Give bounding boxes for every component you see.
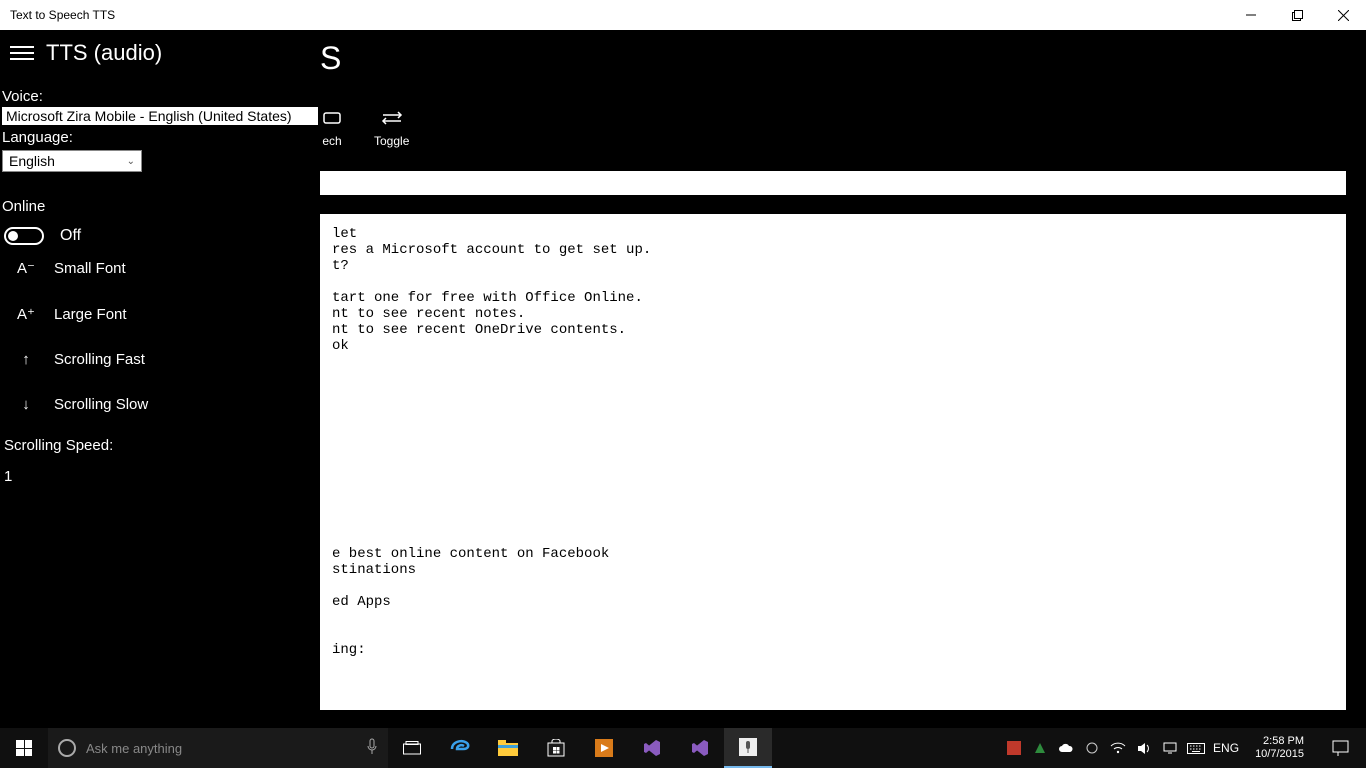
sidebar-item-icon: A⁺ xyxy=(16,305,36,323)
tray-icon-2[interactable] xyxy=(1031,739,1049,757)
hamburger-icon[interactable] xyxy=(10,41,34,65)
taskbar-apps xyxy=(388,728,772,768)
taskbar-app-visualstudio-1[interactable] xyxy=(628,728,676,768)
cortana-search[interactable]: Ask me anything xyxy=(48,728,388,768)
taskbar-app-edge[interactable] xyxy=(436,728,484,768)
sidebar-item-0[interactable]: A⁻ Small Font xyxy=(2,245,320,291)
voice-label: Voice: xyxy=(2,84,320,107)
tray-date: 10/7/2015 xyxy=(1255,748,1304,761)
app-area: S ech Toggle letres a Microsoft account … xyxy=(0,30,1366,728)
scrolling-speed-label: Scrolling Speed: xyxy=(2,437,320,454)
toggle-knob xyxy=(8,231,18,241)
tray-icon-7[interactable] xyxy=(1161,739,1179,757)
window-titlebar: Text to Speech TTS xyxy=(0,0,1366,30)
window-title: Text to Speech TTS xyxy=(10,8,1228,22)
speech-label: ech xyxy=(322,134,341,148)
language-value: English xyxy=(9,153,55,169)
speech-button[interactable]: ech xyxy=(320,106,344,148)
window-controls xyxy=(1228,0,1366,30)
sidebar-item-label: Scrolling Slow xyxy=(54,396,148,413)
online-state: Off xyxy=(60,227,81,245)
voice-select[interactable]: Microsoft Zira Mobile - English (United … xyxy=(2,107,318,125)
tray-icon-1[interactable] xyxy=(1005,739,1023,757)
tray-language[interactable]: ENG xyxy=(1213,739,1239,757)
close-button[interactable] xyxy=(1320,0,1366,30)
tray-onedrive-icon[interactable] xyxy=(1057,739,1075,757)
maximize-button[interactable] xyxy=(1274,0,1320,30)
taskbar: Ask me anything xyxy=(0,728,1366,768)
microphone-icon[interactable] xyxy=(366,738,378,759)
tray-keyboard-icon[interactable] xyxy=(1187,739,1205,757)
scrolling-speed-value: 1 xyxy=(2,468,320,485)
taskbar-app-tts[interactable] xyxy=(724,728,772,768)
task-view-button[interactable] xyxy=(388,728,436,768)
tray-clock[interactable]: 2:58 PM 10/7/2015 xyxy=(1247,735,1312,761)
sidebar-header: TTS (audio) xyxy=(0,30,320,76)
taskbar-app-visualstudio-2[interactable] xyxy=(676,728,724,768)
system-tray: ENG 2:58 PM 10/7/2015 xyxy=(1005,728,1366,768)
tray-wifi-icon[interactable] xyxy=(1109,739,1127,757)
language-select[interactable]: English ⌄ xyxy=(2,150,142,172)
toggle-button[interactable]: Toggle xyxy=(374,106,409,148)
chevron-down-icon: ⌄ xyxy=(127,156,135,167)
sidebar-item-3[interactable]: ↓ Scrolling Slow xyxy=(2,382,320,427)
sidebar-item-label: Scrolling Fast xyxy=(54,351,145,368)
language-label: Language: xyxy=(2,125,320,148)
sidebar-item-icon: A⁻ xyxy=(16,259,36,277)
start-button[interactable] xyxy=(0,728,48,768)
sidebar-item-label: Large Font xyxy=(54,306,127,323)
toggle-label: Toggle xyxy=(374,134,409,148)
tray-volume-icon[interactable] xyxy=(1135,739,1153,757)
online-label: Online xyxy=(2,194,320,217)
online-toggle[interactable] xyxy=(4,227,44,245)
sidebar-item-1[interactable]: A⁺ Large Font xyxy=(2,291,320,337)
sidebar-panel: TTS (audio) Voice: Microsoft Zira Mobile… xyxy=(0,30,320,728)
search-placeholder: Ask me anything xyxy=(86,741,182,756)
sidebar-body: Voice: Microsoft Zira Mobile - English (… xyxy=(0,76,320,485)
speech-icon xyxy=(320,106,344,130)
tray-time: 2:58 PM xyxy=(1255,735,1304,748)
taskbar-app-explorer[interactable] xyxy=(484,728,532,768)
tray-icon-4[interactable] xyxy=(1083,739,1101,757)
sidebar-item-icon: ↑ xyxy=(16,351,36,368)
taskbar-app-media[interactable] xyxy=(580,728,628,768)
toggle-icon xyxy=(380,106,404,130)
minimize-button[interactable] xyxy=(1228,0,1274,30)
sidebar-item-label: Small Font xyxy=(54,260,126,277)
taskbar-app-store[interactable] xyxy=(532,728,580,768)
text-input[interactable] xyxy=(320,171,1346,195)
sidebar-title: TTS (audio) xyxy=(46,40,162,66)
cortana-icon xyxy=(58,739,76,757)
windows-logo-icon xyxy=(16,740,32,756)
sidebar-item-2[interactable]: ↑ Scrolling Fast xyxy=(2,337,320,382)
action-center-button[interactable] xyxy=(1320,728,1360,768)
online-toggle-row: Off xyxy=(2,227,320,245)
sidebar-item-icon: ↓ xyxy=(16,396,36,413)
